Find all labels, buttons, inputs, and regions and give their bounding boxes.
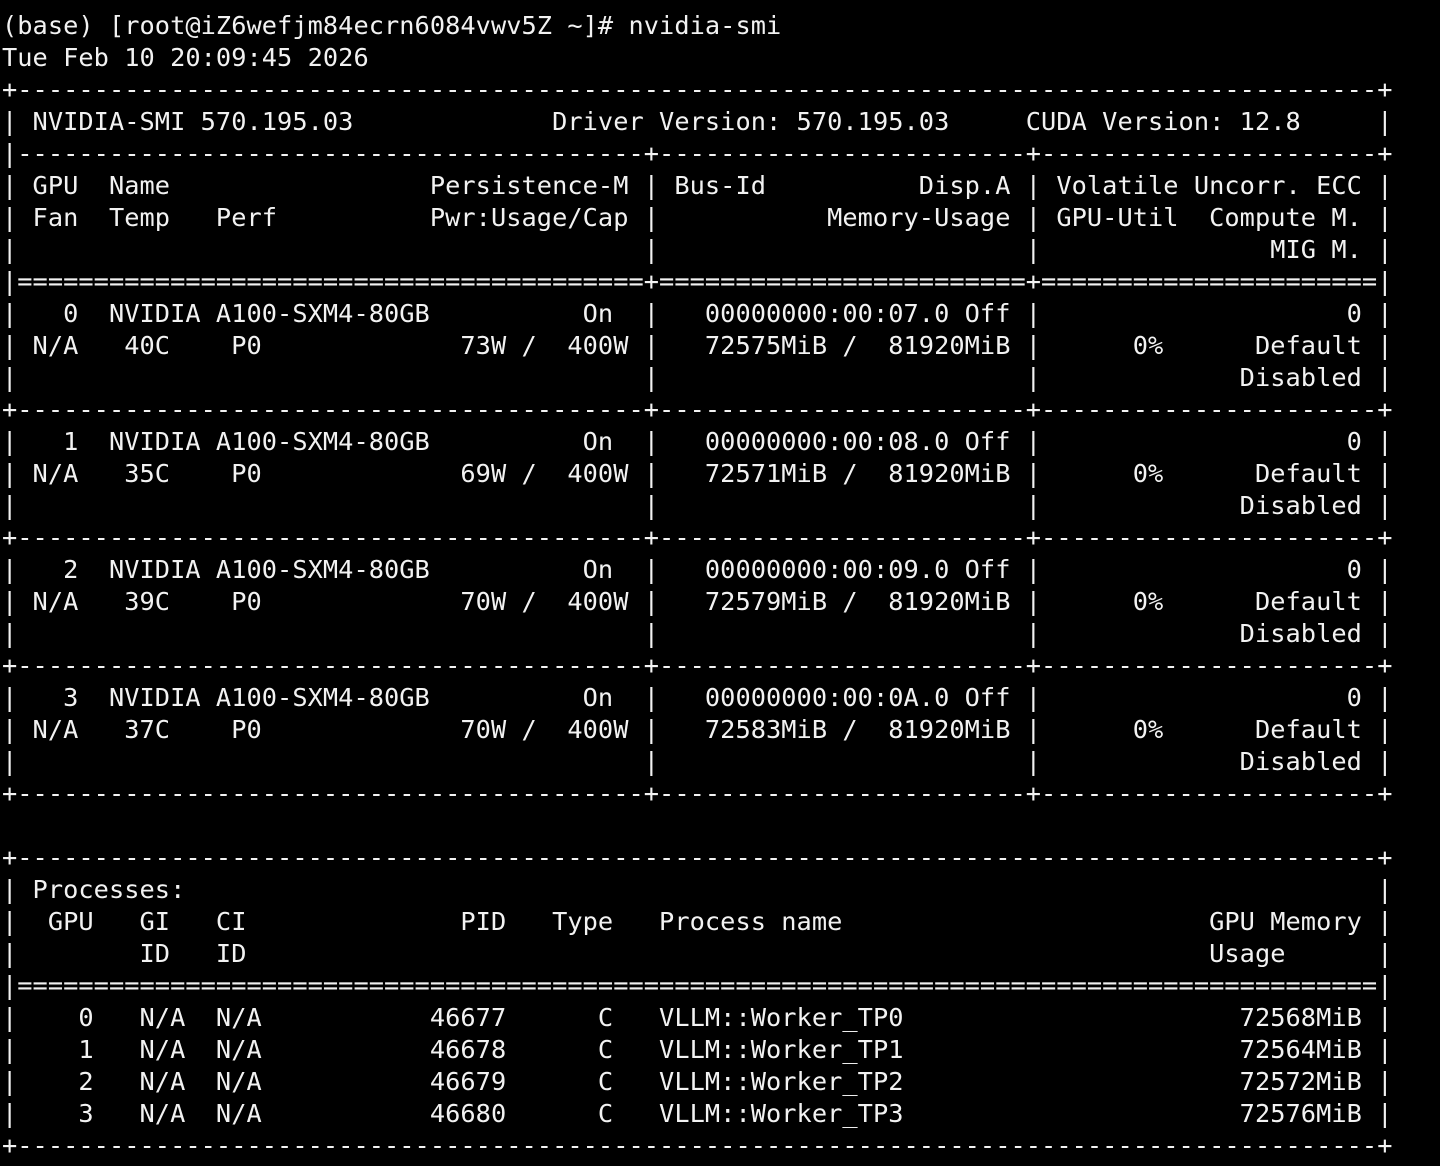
column-header-line-3: | | | MIG M. | xyxy=(2,235,1393,264)
processes-border: +---------------------------------------… xyxy=(2,843,1393,872)
table-border: +---------------------------------------… xyxy=(2,395,1393,424)
column-header-line-1: | GPU Name Persistence-M | Bus-Id Disp.A… xyxy=(2,171,1393,200)
processes-header-1: | GPU GI CI PID Type Process name GPU Me… xyxy=(2,907,1393,936)
gpu-1-row-1: | 1 NVIDIA A100-SXM4-80GB On | 00000000:… xyxy=(2,427,1393,456)
process-row: | 0 N/A N/A 46677 C VLLM::Worker_TP0 725… xyxy=(2,1003,1393,1032)
processes-header-2: | ID ID Usage | xyxy=(2,939,1393,968)
gpu-3-row-2: | N/A 37C P0 70W / 400W | 72583MiB / 819… xyxy=(2,715,1393,744)
gpu-2-row-1: | 2 NVIDIA A100-SXM4-80GB On | 00000000:… xyxy=(2,555,1393,584)
gpu-0-row-3: | | | Disabled | xyxy=(2,363,1393,392)
terminal-window[interactable]: (base) [root@iZ6wefjm84ecrn6084vwv5Z ~]#… xyxy=(2,10,1438,1160)
processes-title: | Processes: | xyxy=(2,875,1393,904)
header-divider: |=======================================… xyxy=(2,267,1393,296)
table-border: +---------------------------------------… xyxy=(2,523,1393,552)
processes-border: +---------------------------------------… xyxy=(2,1131,1393,1160)
processes-divider: |=======================================… xyxy=(2,971,1393,1000)
gpu-1-row-3: | | | Disabled | xyxy=(2,491,1393,520)
gpu-0-row-1: | 0 NVIDIA A100-SXM4-80GB On | 00000000:… xyxy=(2,299,1393,328)
version-header-line: | NVIDIA-SMI 570.195.03 Driver Version: … xyxy=(2,107,1393,136)
gpu-0-row-2: | N/A 40C P0 73W / 400W | 72575MiB / 819… xyxy=(2,331,1393,360)
timestamp-line: Tue Feb 10 20:09:45 2026 xyxy=(2,43,369,72)
table-border: +---------------------------------------… xyxy=(2,75,1393,104)
gpu-2-row-2: | N/A 39C P0 70W / 400W | 72579MiB / 819… xyxy=(2,587,1393,616)
table-border: +---------------------------------------… xyxy=(2,779,1393,808)
process-row: | 3 N/A N/A 46680 C VLLM::Worker_TP3 725… xyxy=(2,1099,1393,1128)
column-header-line-2: | Fan Temp Perf Pwr:Usage/Cap | Memory-U… xyxy=(2,203,1393,232)
gpu-3-row-3: | | | Disabled | xyxy=(2,747,1393,776)
gpu-2-row-3: | | | Disabled | xyxy=(2,619,1393,648)
process-row: | 2 N/A N/A 46679 C VLLM::Worker_TP2 725… xyxy=(2,1067,1393,1096)
table-border: +---------------------------------------… xyxy=(2,651,1393,680)
prompt-line: (base) [root@iZ6wefjm84ecrn6084vwv5Z ~]#… xyxy=(2,11,782,40)
gpu-1-row-2: | N/A 35C P0 69W / 400W | 72571MiB / 819… xyxy=(2,459,1393,488)
gpu-3-row-1: | 3 NVIDIA A100-SXM4-80GB On | 00000000:… xyxy=(2,683,1393,712)
table-separator: |---------------------------------------… xyxy=(2,139,1393,168)
process-row: | 1 N/A N/A 46678 C VLLM::Worker_TP1 725… xyxy=(2,1035,1393,1064)
